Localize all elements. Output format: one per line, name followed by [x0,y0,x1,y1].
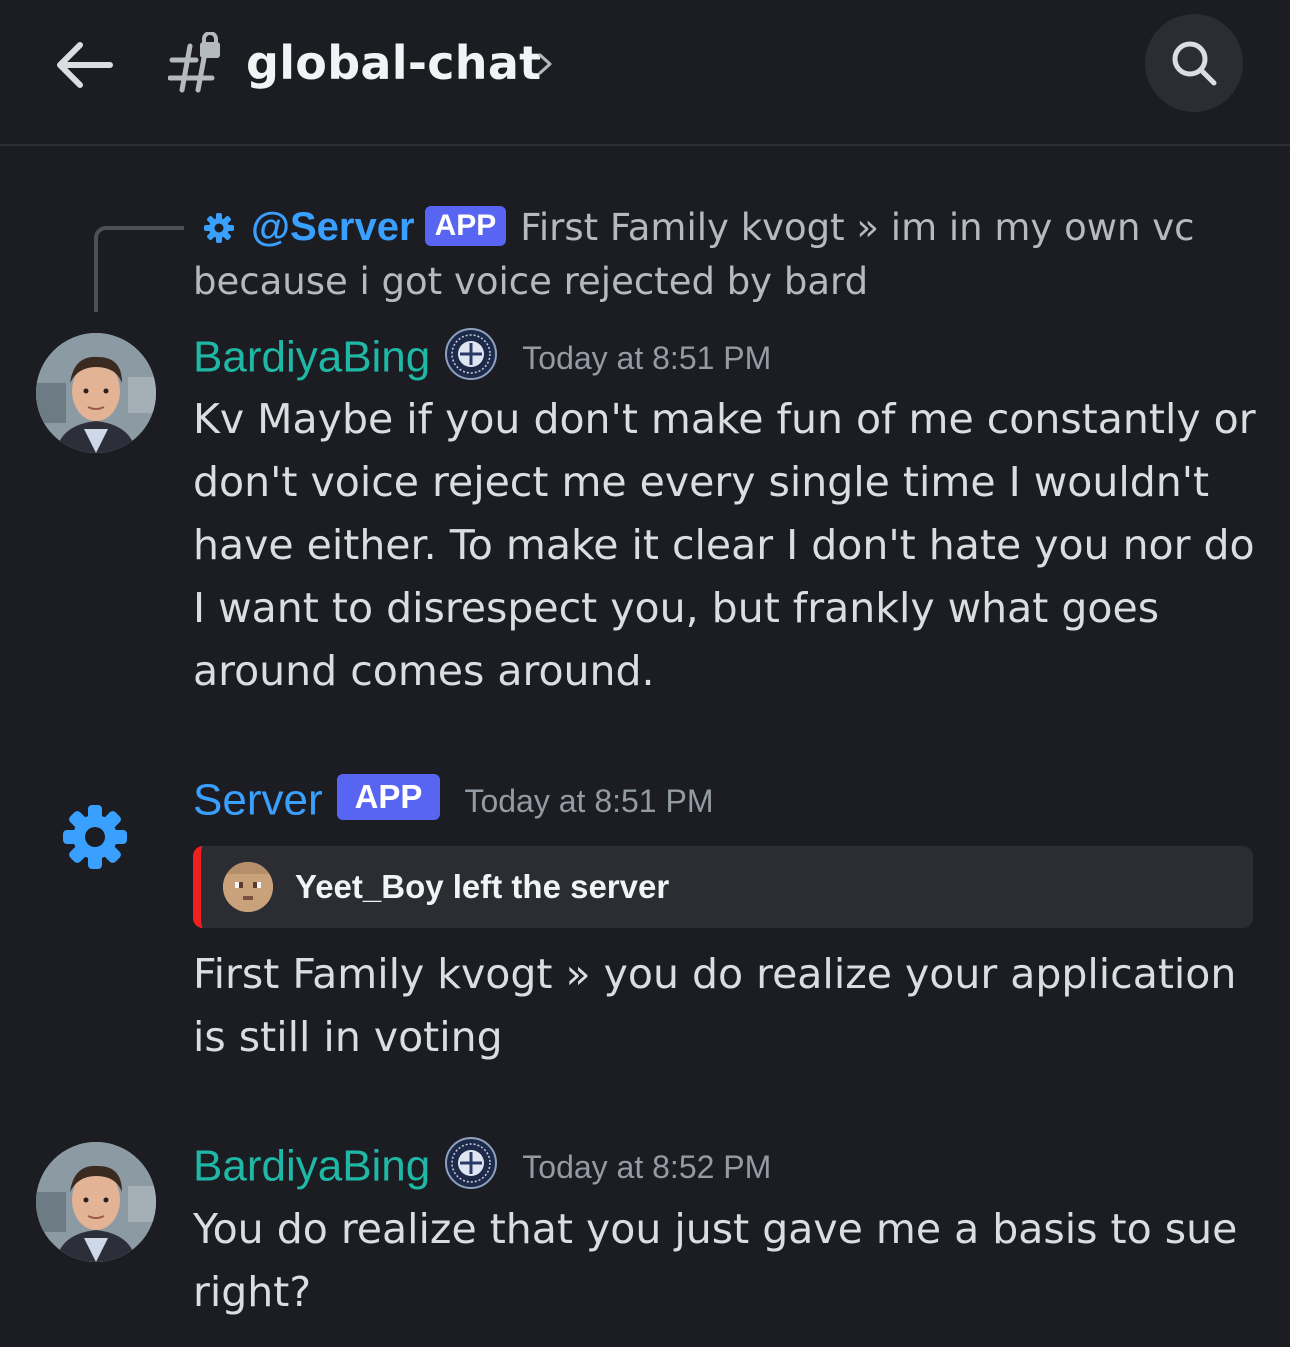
arrow-left-icon [57,42,113,88]
avatar[interactable] [36,1142,156,1262]
username[interactable]: BardiyaBing [193,1142,430,1191]
server-tag-badge-icon [445,327,498,380]
user-avatar-photo [36,333,156,453]
server-tag-badge-icon [445,1136,498,1189]
app-badge: APP [424,205,507,246]
user-avatar-photo [36,1142,156,1262]
embed-avatar [223,862,273,912]
username[interactable]: Server [193,776,323,825]
chevron-right-icon[interactable] [536,47,556,81]
back-button[interactable] [50,30,120,100]
message-header: BardiyaBing Today at 8:52 PM [193,1136,771,1196]
username[interactable]: BardiyaBing [193,333,430,382]
search-button[interactable] [1145,14,1243,112]
reply-connector [94,226,184,312]
channel-name[interactable]: global-chat [246,30,541,96]
locked-hashtag-icon [168,32,220,93]
message-text: You do realize that you just gave me a b… [193,1205,1238,1316]
gear-icon[interactable] [62,804,128,870]
reply-mention[interactable]: @Server [251,205,415,249]
timestamp: Today at 8:51 PM [522,339,772,376]
app-badge: APP [336,773,441,820]
chat-screen: global-chat @Server APP First Family kvogt… [0,0,1290,1347]
pixel-avatar-icon [223,862,273,912]
message-text: First Family kvogt » you do realize your… [193,950,1237,1061]
timestamp: Today at 8:52 PM [522,1148,772,1185]
channel-header: global-chat [0,0,1290,146]
embed-text: Yeet_Boy left the server [295,868,670,905]
reply-preview[interactable]: @Server APP First Family kvogt » im in my … [193,200,1253,309]
message-header: Server APP Today at 8:51 PM [193,770,713,830]
timestamp: Today at 8:51 PM [464,782,714,819]
message-text: Kv Maybe if you don't make fun of me con… [193,395,1256,695]
search-icon [1172,41,1217,86]
embed: Yeet_Boy left the server [193,846,1253,928]
avatar[interactable] [36,333,156,453]
message-header: BardiyaBing Today at 8:51 PM [193,327,771,387]
